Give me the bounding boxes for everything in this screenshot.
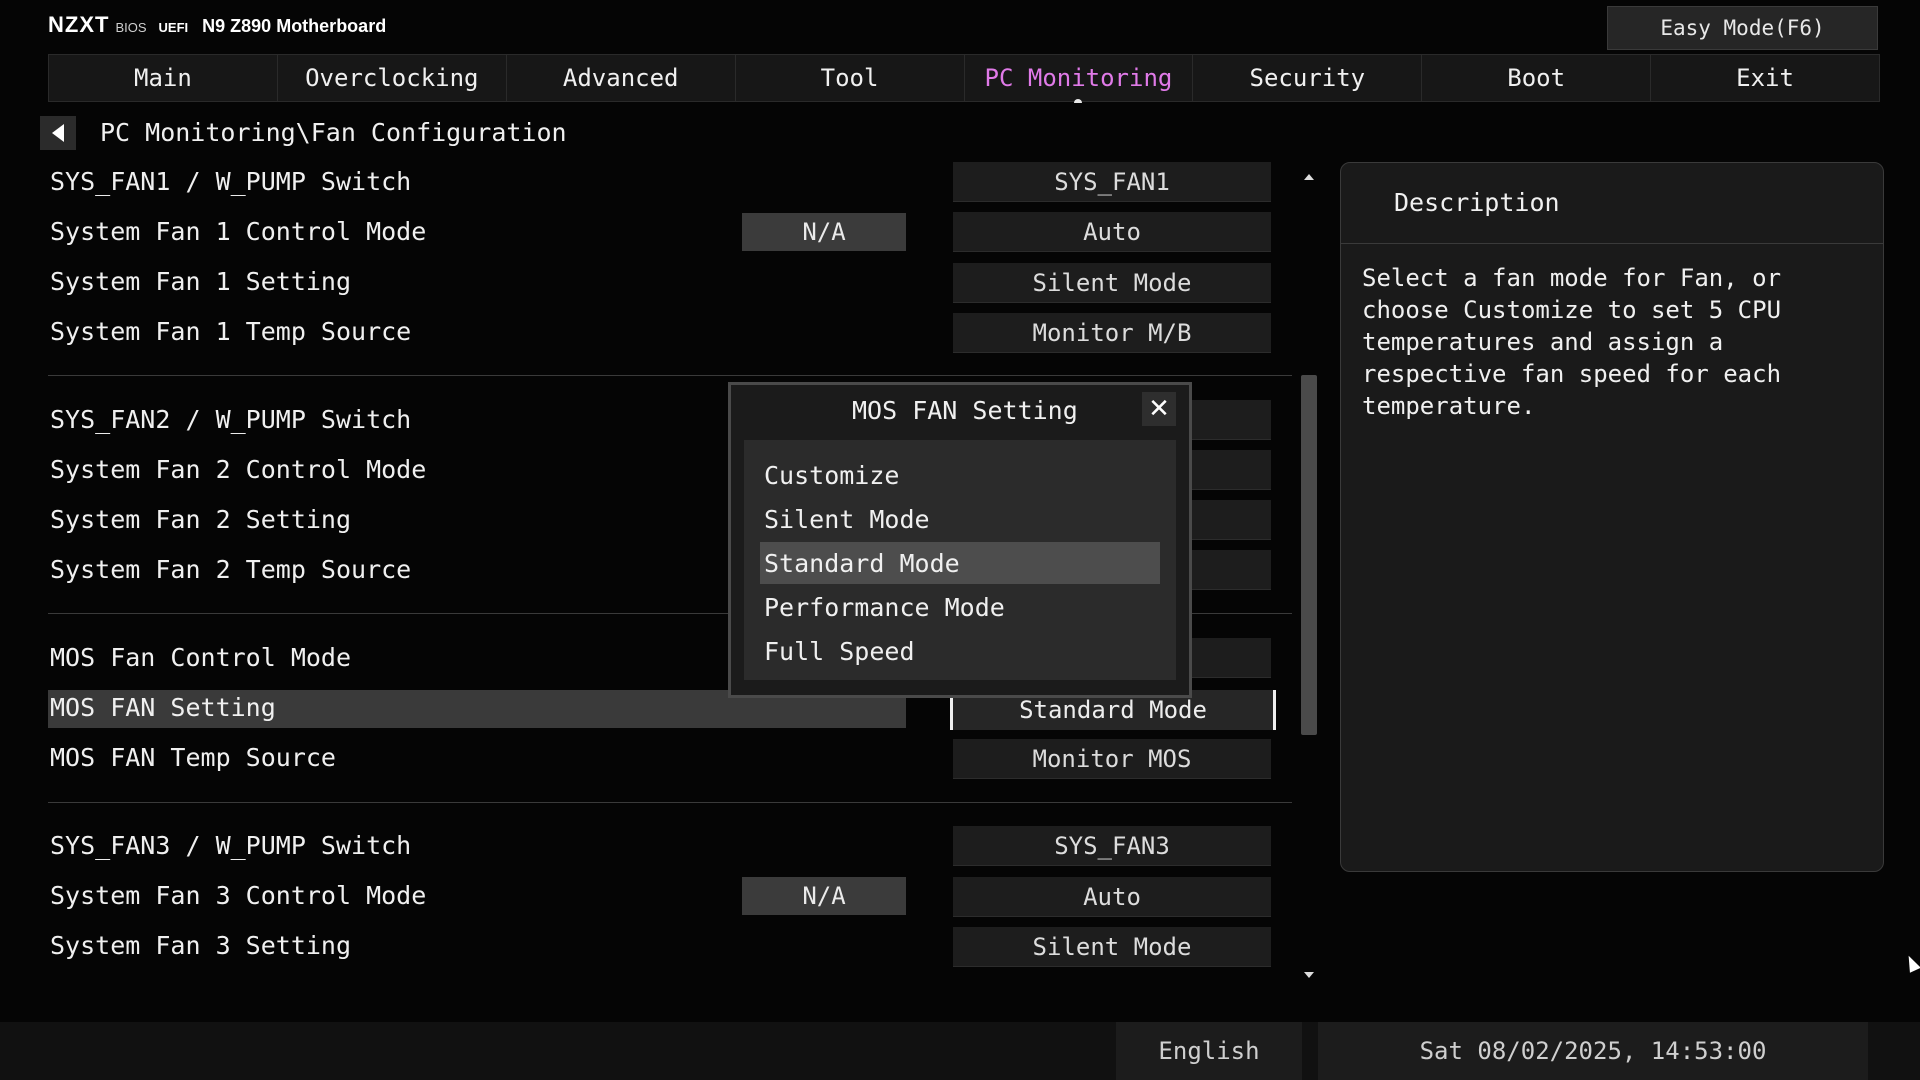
tab-security[interactable]: Security [1193,54,1423,102]
sys-fan2-setting-label: System Fan 2 Setting [50,505,352,534]
sys-fan3-control-status: N/A [742,877,906,915]
tab-pc-monitoring[interactable]: PC Monitoring [964,54,1194,103]
scroll-up-icon[interactable] [1304,174,1314,180]
sys-fan1-control-mode-value[interactable]: Auto [953,212,1271,252]
main-tabs: Main Overclocking Advanced Tool PC Monit… [48,54,1880,103]
option-standard-mode[interactable]: Standard Mode [760,542,1160,584]
date-time: Sat 08/02/2025, 14:53:00 [1318,1022,1868,1080]
easy-mode-button[interactable]: Easy Mode(F6) [1607,6,1878,50]
sys-fan3-switch-value[interactable]: SYS_FAN3 [953,826,1271,866]
breadcrumb: PC Monitoring\Fan Configuration [100,118,567,147]
motherboard-model: N9 Z890 Motherboard [202,16,387,36]
back-arrow-icon [52,124,64,142]
tab-advanced[interactable]: Advanced [506,54,736,102]
sys-fan1-temp-source-label: System Fan 1 Temp Source [50,317,412,346]
sys-fan3-setting-label: System Fan 3 Setting [50,931,352,960]
scrollbar-thumb[interactable] [1301,375,1317,735]
sys-fan1-setting-label: System Fan 1 Setting [50,267,352,296]
mos-fan-setting-label[interactable]: MOS FAN Setting [50,693,276,722]
tab-main[interactable]: Main [48,54,278,102]
sys-fan3-control-mode-label: System Fan 3 Control Mode [50,881,427,910]
back-button[interactable] [40,116,76,150]
tab-exit[interactable]: Exit [1651,54,1880,102]
option-silent-mode[interactable]: Silent Mode [760,498,1160,540]
mos-fan-temp-source-value[interactable]: Monitor MOS [953,739,1271,779]
dialog-title: MOS FAN Setting [852,396,1078,425]
description-text: Select a fan mode for Fan, or choose Cus… [1362,264,1782,420]
uefi-label: UEFI [158,20,189,35]
scroll-down-icon[interactable] [1304,972,1314,978]
option-customize[interactable]: Customize [760,454,1160,496]
sys-fan3-switch-label: SYS_FAN3 / W_PUMP Switch [50,831,412,860]
sys-fan2-switch-label: SYS_FAN2 / W_PUMP Switch [50,405,412,434]
sys-fan1-control-mode-label: System Fan 1 Control Mode [50,217,427,246]
language-selector[interactable]: English [1116,1022,1302,1080]
sys-fan2-control-mode-label: System Fan 2 Control Mode [50,455,427,484]
sys-fan3-control-mode-value[interactable]: Auto [953,877,1271,917]
section-divider [48,802,1292,803]
sys-fan1-control-status: N/A [742,213,906,251]
sys-fan1-switch-label: SYS_FAN1 / W_PUMP Switch [50,167,412,196]
section-divider [48,375,1292,376]
tab-overclocking[interactable]: Overclocking [277,54,507,102]
sys-fan2-temp-source-label: System Fan 2 Temp Source [50,555,412,584]
tab-tool[interactable]: Tool [735,54,965,102]
sys-fan3-setting-value[interactable]: Silent Mode [953,927,1271,967]
tab-boot[interactable]: Boot [1422,54,1652,102]
mouse-cursor-icon [1903,953,1920,973]
sys-fan1-switch-value[interactable]: SYS_FAN1 [953,162,1271,202]
option-performance-mode[interactable]: Performance Mode [760,586,1160,628]
brand-logo: NZXT BIOS UEFI N9 Z890 Motherboard [48,12,386,42]
bios-label: BIOS [115,20,147,35]
option-full-speed[interactable]: Full Speed [760,630,1160,672]
mos-fan-temp-source-label: MOS FAN Temp Source [50,743,336,772]
mos-fan-control-mode-label: MOS Fan Control Mode [50,643,352,672]
sys-fan1-setting-value[interactable]: Silent Mode [953,263,1271,303]
sys-fan1-temp-source-value[interactable]: Monitor M/B [953,313,1271,353]
close-icon[interactable]: ✕ [1142,392,1176,426]
brand-name: NZXT [48,12,110,37]
description-title: Description [1394,188,1560,217]
